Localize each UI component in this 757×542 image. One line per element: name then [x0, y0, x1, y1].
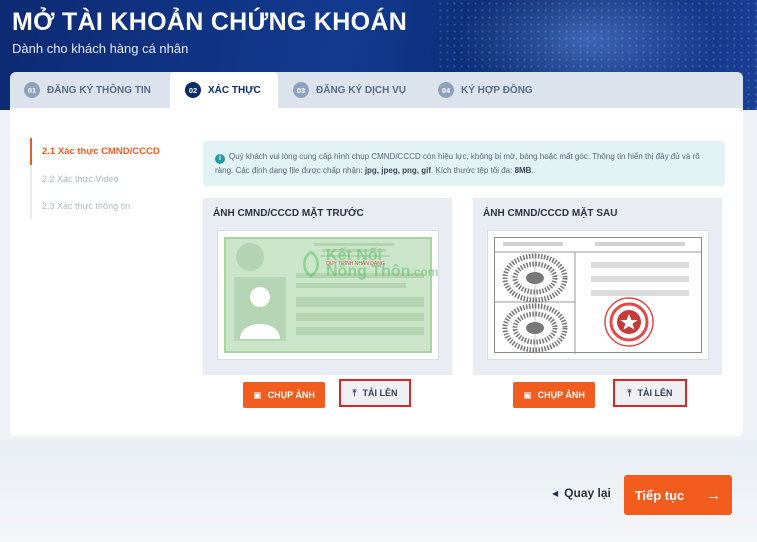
id-back-title: ẢNH CMND/CCCD MẶT SAU: [483, 208, 618, 219]
tab-register-services[interactable]: 03 ĐĂNG KÝ DỊCH VỤ: [293, 72, 406, 108]
id-back-illustration: [495, 242, 701, 354]
tab-number: 02: [185, 82, 201, 98]
notice-max-size: 8MB: [514, 166, 532, 175]
id-back-card-image: [494, 237, 702, 354]
page-title: MỞ TÀI KHOẢN CHỨNG KHOÁN: [12, 8, 408, 36]
id-back-preview[interactable]: [487, 230, 709, 360]
tab-number: 01: [24, 82, 40, 98]
info-notice: i Quý khách vui lòng cung cấp hình chụp C…: [203, 141, 725, 186]
back-upload-label: TẢI LÊN: [637, 388, 673, 398]
id-front-title: ẢNH CMND/CCCD MẶT TRƯỚC: [213, 208, 364, 219]
camera-icon: ▣: [523, 389, 532, 400]
sub-step-video-verification: 2.2 Xác thực Video: [42, 173, 119, 184]
tab-label: XÁC THỰC: [208, 84, 261, 96]
upload-icon: ⤒: [627, 387, 632, 398]
registration-card: 01 ĐĂNG KÝ THÔNG TIN 02 XÁC THỰC 03 ĐĂNG…: [10, 72, 743, 436]
id-back-panel: ẢNH CMND/CCCD MẶT SAU: [473, 198, 722, 375]
tab-label: KÝ HỢP ĐỒNG: [461, 84, 533, 96]
arrow-right-icon: →: [706, 486, 722, 504]
front-upload-label: TẢI LÊN: [362, 388, 398, 398]
tab-number: 03: [293, 82, 309, 98]
notice-formats: jpg, jpeg, png, gif: [364, 166, 432, 175]
next-button[interactable]: Tiếp tục →: [624, 475, 732, 515]
back-capture-label: CHỤP ẢNH: [537, 390, 585, 400]
id-front-card-image: QUY TRÌNH NHẬN DẠNG: [224, 237, 432, 353]
id-front-preview[interactable]: QUY TRÌNH NHẬN DẠNG: [217, 230, 439, 360]
front-upload-button[interactable]: ⤒ TẢI LÊN: [339, 379, 411, 407]
tab-number: 04: [438, 82, 454, 98]
notice-text: .: [531, 166, 534, 175]
front-capture-label: CHỤP ẢNH: [267, 390, 315, 400]
sub-step-id-verification[interactable]: 2.1 Xác thực CMND/CCCD: [30, 138, 190, 165]
chevron-left-icon: ◀: [552, 488, 559, 498]
notice-text: . Kích thước tệp tối đa:: [431, 166, 515, 175]
tab-register-info[interactable]: 01 ĐĂNG KÝ THÔNG TIN: [24, 72, 151, 108]
id-front-illustration: [234, 243, 424, 341]
back-capture-button[interactable]: ▣ CHỤP ẢNH: [513, 382, 595, 408]
page-subtitle: Dành cho khách hàng cá nhân: [12, 41, 189, 56]
step-tabs: 01 ĐĂNG KÝ THÔNG TIN 02 XÁC THỰC 03 ĐĂNG…: [10, 72, 743, 108]
id-front-panel: ẢNH CMND/CCCD MẶT TRƯỚC QUY TRÌNH NHẬN D…: [203, 198, 452, 375]
tab-label: ĐĂNG KÝ THÔNG TIN: [47, 84, 151, 96]
sub-step-list: 2.1 Xác thực CMND/CCCD 2.2 Xác thực Vide…: [30, 138, 190, 219]
id-front-stamp-text: QUY TRÌNH NHẬN DẠNG: [326, 261, 385, 267]
front-capture-button[interactable]: ▣ CHỤP ẢNH: [243, 382, 325, 408]
tab-sign-contract[interactable]: 04 KÝ HỢP ĐỒNG: [438, 72, 533, 108]
camera-icon: ▣: [253, 389, 262, 400]
info-icon: i: [215, 154, 225, 164]
back-label: Quay lại: [564, 486, 611, 500]
tab-label: ĐĂNG KÝ DỊCH VỤ: [316, 84, 407, 96]
back-link[interactable]: ◀ Quay lại: [552, 486, 611, 500]
back-upload-button[interactable]: ⤒ TẢI LÊN: [613, 379, 687, 407]
upload-icon: ⤒: [352, 387, 357, 398]
tab-verification[interactable]: 02 XÁC THỰC: [170, 72, 278, 108]
next-label: Tiếp tục: [634, 487, 685, 503]
sub-step-info-verification: 2.3 Xác thực thông tin: [42, 200, 131, 211]
